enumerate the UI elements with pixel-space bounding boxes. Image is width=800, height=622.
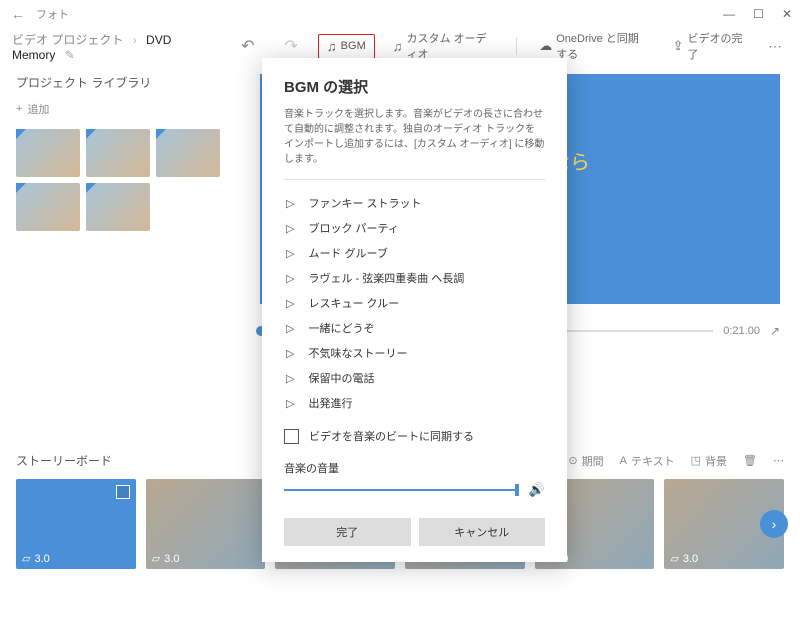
track-name: 一緒にどうぞ [308,320,374,336]
track-name: 不気味なストーリー [308,345,407,361]
track-item[interactable]: ▷ ムード グルーブ [284,242,545,264]
clip-duration: 3.0 [683,553,698,565]
close-button[interactable]: ✕ [782,7,792,21]
play-icon[interactable]: ▷ [286,372,294,385]
bgm-button[interactable]: ♫ BGM [318,34,375,59]
duration-button[interactable]: ⊙期間 [568,453,603,469]
track-item[interactable]: ▷ レスキュー クルー [284,292,545,314]
clip-duration: 3.0 [34,553,49,565]
track-item[interactable]: ▷ 不気味なストーリー [284,342,545,364]
track-name: レスキュー クルー [308,295,399,311]
finish-label: ビデオの完了 [687,30,744,62]
music-icon: ♫ [393,39,403,54]
play-icon[interactable]: ▷ [286,397,294,410]
image-icon: ▱ [670,552,678,565]
library-thumbnails [16,129,224,231]
play-icon[interactable]: ▷ [286,272,294,285]
track-name: 出発進行 [308,395,352,411]
duration-icon: ⊙ [568,454,577,467]
delete-button[interactable]: 🗑 [743,454,757,467]
volume-slider[interactable] [284,489,519,491]
play-icon[interactable]: ▷ [286,347,294,360]
library-thumb[interactable] [156,129,220,177]
toolbar-more-button[interactable]: ⋯ [762,38,788,55]
edit-name-icon[interactable]: ✎ [65,48,75,62]
library-thumb[interactable] [86,183,150,231]
project-library-panel: プロジェクト ライブラリ + 追加 [0,64,240,444]
library-thumb[interactable] [16,129,80,177]
track-item[interactable]: ▷ ラヴェル - 弦楽四重奏曲 ヘ長調 [284,267,545,289]
minimize-button[interactable]: — [723,7,735,21]
cloud-icon: ☁ [539,38,552,54]
breadcrumb: ビデオ プロジェクト › DVD Memory ✎ [12,31,211,62]
redo-button: ↷ [275,36,308,56]
play-icon[interactable]: ▷ [286,297,294,310]
play-icon[interactable]: ▷ [286,322,294,335]
track-name: ラヴェル - 弦楽四重奏曲 ヘ長調 [308,270,464,286]
track-item[interactable]: ▷ ブロック パーティ [284,217,545,239]
storyboard-more-button[interactable]: ⋯ [773,454,784,467]
text-button[interactable]: Aテキスト [620,453,675,469]
breadcrumb-root[interactable]: ビデオ プロジェクト [12,33,123,47]
done-button[interactable]: 完了 [284,518,411,546]
library-thumb[interactable] [86,129,150,177]
cancel-button[interactable]: キャンセル [419,518,546,546]
expand-icon[interactable]: ↗ [770,324,780,338]
track-item[interactable]: ▷ 一緒にどうぞ [284,317,545,339]
toolbar-divider [516,37,517,55]
add-label: 追加 [27,101,49,117]
music-icon: ♫ [327,39,337,54]
image-icon: ▱ [152,552,160,565]
play-icon[interactable]: ▷ [286,222,294,235]
checkbox-icon[interactable] [284,429,299,444]
maximize-button[interactable]: ☐ [753,7,764,21]
track-name: ファンキー ストラット [308,195,421,211]
finish-video-button[interactable]: ⇪ ビデオの完了 [665,26,752,66]
sync-label: ビデオを音楽のビートに同期する [309,428,474,444]
breadcrumb-separator: › [133,33,137,47]
window-titlebar: ← フォト — ☐ ✕ [0,0,800,28]
text-icon: A [620,455,627,467]
track-name: ブロック パーティ [308,220,398,236]
track-item[interactable]: ▷ 保留中の電話 [284,367,545,389]
dialog-description: 音楽トラックを選択します。音楽がビデオの長さに合わせて自動的に調整されます。独自… [284,107,545,180]
track-name: ムード グルーブ [308,245,387,261]
dialog-title: BGM の選択 [284,76,545,97]
track-item[interactable]: ▷ 出発進行 [284,392,545,414]
library-thumb[interactable] [16,183,80,231]
duration-label: 0:21.00 [723,325,760,337]
storyboard-clip[interactable]: ▱ 3.0 [146,479,266,569]
app-title: フォト [28,6,723,22]
back-button[interactable]: ← [8,6,28,22]
volume-label: 音楽の音量 [284,460,545,476]
bgm-dialog: BGM の選択 音楽トラックを選択します。音楽がビデオの長さに合わせて自動的に調… [262,58,567,562]
next-clip-button[interactable]: › [760,510,788,538]
clip-checkbox[interactable] [116,485,130,499]
export-icon: ⇪ [673,38,684,54]
bgm-label: BGM [341,40,366,52]
library-title: プロジェクト ライブラリ [16,74,224,91]
undo-button[interactable]: ↶ [231,36,264,56]
plus-icon: + [16,103,22,115]
track-list: ▷ ファンキー ストラット ▷ ブロック パーティ ▷ ムード グルーブ ▷ ラヴェル … [284,192,545,414]
track-name: 保留中の電話 [308,370,374,386]
track-item[interactable]: ▷ ファンキー ストラット [284,192,545,214]
storyboard-clip[interactable]: ▱ 3.0 [16,479,136,569]
speaker-icon: 🔊 [529,482,545,498]
image-icon: ▱ [22,552,30,565]
sync-label: OneDrive と同期する [556,30,646,62]
add-media-button[interactable]: + 追加 [16,101,224,117]
background-icon: ◳ [691,454,701,467]
play-icon[interactable]: ▷ [286,197,294,210]
clip-duration: 3.0 [164,553,179,565]
background-button[interactable]: ◳背景 [691,453,727,469]
sync-to-beat-checkbox[interactable]: ビデオを音楽のビートに同期する [284,428,545,444]
play-icon[interactable]: ▷ [286,247,294,260]
